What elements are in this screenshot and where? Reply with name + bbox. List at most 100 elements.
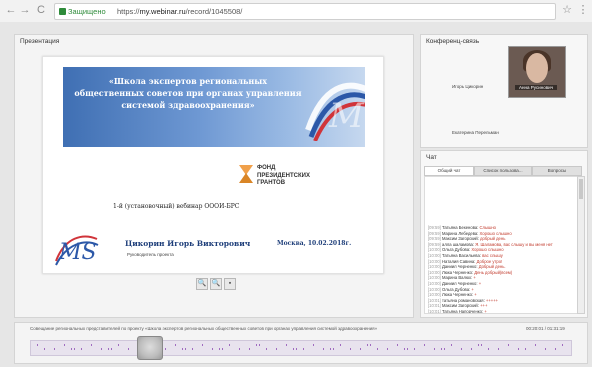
zoom-out-button[interactable]: 🔍 — [210, 278, 222, 290]
tab-questions[interactable]: Вопросы — [532, 166, 582, 176]
url-scheme: https:// — [117, 7, 140, 16]
chat-title: Чат — [426, 154, 437, 161]
forward-button[interactable]: → — [18, 3, 32, 17]
chat-messages: [09:59] Татьяна Бекенова: Слышно [09:59] … — [424, 176, 578, 314]
webinar-subtitle: 1-й (установочный) вебинар ОООИ-БРС — [113, 203, 240, 210]
timeline-tick — [249, 348, 250, 350]
chat-time: [10:00] — [428, 292, 442, 298]
chat-time: [09:59] — [428, 236, 442, 242]
reload-button[interactable]: C — [34, 3, 48, 17]
svg-text:M: M — [328, 96, 365, 136]
video-tile[interactable]: Анна Русинович — [508, 46, 566, 98]
chat-message: [10:00] Наталия Савина: Доброе утро! — [428, 259, 502, 264]
speaker-name: Цикорин Игорь Викторович — [125, 239, 251, 248]
timeline-tick — [219, 348, 220, 350]
chat-user: Ольга Дубова: — [441, 247, 472, 253]
chat-time: [10:01] — [428, 303, 442, 309]
timeline-tick — [498, 348, 499, 350]
timeline-tick — [202, 344, 203, 346]
timeline-tick — [266, 348, 267, 350]
ms-logo-icon: MS — [55, 235, 99, 266]
timeline-tick — [64, 344, 65, 346]
chat-message: [09:59] алла шаламова: Я. Шаламова, вас … — [428, 242, 553, 247]
timeline-tick — [91, 344, 92, 346]
timeline-tick — [71, 348, 72, 350]
chat-message: [10:00] Ольга Дубова: + — [428, 287, 474, 292]
chat-text: +++++ — [485, 297, 499, 303]
timeline-tick — [434, 348, 435, 350]
timeline-tick — [377, 348, 378, 350]
presentation-title: Презентация — [20, 38, 60, 45]
fond-text: ФОНД ПРЕЗИДЕНТСКИХ ГРАНТОВ — [257, 165, 310, 186]
timeline-tick — [471, 348, 472, 350]
participant-face — [526, 53, 548, 83]
save-button[interactable]: ▪ — [224, 278, 236, 290]
zoom-in-button[interactable]: 🔍 — [196, 278, 208, 290]
chat-scrollbar[interactable] — [577, 176, 585, 314]
timeline-tick — [360, 348, 361, 350]
chat-user: Марина Валюх: — [441, 275, 474, 281]
timeline-tick — [303, 348, 304, 350]
timeline-tick — [451, 344, 452, 346]
chat-message: [10:01] татьяна романовская: +++++ — [428, 298, 498, 303]
timeline-tick — [111, 348, 112, 350]
address-bar[interactable]: Защищено https://my.webinar.ru/record/10… — [54, 3, 556, 20]
timeline-tick — [229, 344, 230, 346]
browser-toolbar: ← → C Защищено https://my.webinar.ru/rec… — [0, 0, 592, 23]
slide: «Школа экспертов региональных общественн… — [42, 56, 384, 274]
chat-text: Доброе утро! — [476, 258, 503, 264]
timeline-tick — [508, 344, 509, 346]
back-button[interactable]: ← — [4, 3, 18, 17]
timeline-tick — [424, 344, 425, 346]
timeline-tick — [293, 348, 294, 350]
timeline-tick — [387, 348, 388, 350]
url-path: /record/1045508/ — [185, 7, 243, 16]
timeline-tick — [370, 344, 371, 346]
chat-text: Хорошо слышно — [479, 230, 512, 236]
timeline-tick — [481, 344, 482, 346]
browser-menu-icon[interactable]: ⋮ — [576, 3, 590, 17]
video-name: Анна Русинович — [515, 85, 557, 90]
chat-text: Добрый день. — [478, 264, 506, 270]
chat-text: + — [478, 281, 482, 286]
timeline-track[interactable] — [30, 340, 572, 356]
timeline-tick — [118, 344, 119, 346]
timeline-tick — [488, 348, 489, 350]
chat-message: [10:00] Татьяна Васильева: вас слышу — [428, 253, 503, 258]
timeline-tick — [333, 348, 334, 350]
timeline-tick — [296, 348, 297, 350]
chat-time: [10:00] — [428, 286, 442, 292]
secure-label: Защищено — [68, 7, 106, 16]
chat-user: Татьяна Бекенова: — [441, 225, 480, 230]
timeline-tick — [350, 348, 351, 350]
chat-message: [10:00] Люка Черненко: + — [428, 292, 477, 297]
slide-banner: «Школа экспертов региональных общественн… — [63, 67, 365, 147]
chat-time: [10:00] — [428, 269, 442, 275]
chat-user: Даниил Черненко: — [441, 264, 479, 270]
chat-text: Слышно — [479, 225, 497, 230]
record-time: 00:20:01 / 01:31:19 — [526, 326, 565, 331]
timeline-tick — [185, 348, 186, 350]
timeline-scrubber[interactable] — [136, 336, 163, 360]
timeline-tick — [414, 348, 415, 350]
scroll-thumb[interactable] — [579, 179, 583, 199]
timeline-tick — [313, 344, 314, 346]
timeline-tick — [404, 348, 405, 350]
timeline-tick — [81, 348, 82, 350]
tab-user-list[interactable]: Список пользова... — [474, 166, 532, 176]
timeline-tick — [330, 348, 331, 350]
timeline-tick — [286, 344, 287, 346]
timeline-tick — [74, 348, 75, 350]
chat-time: [09:59] — [428, 225, 442, 230]
chat-user: Наталия Савина: — [441, 258, 477, 264]
chat-message: [09:59] Максим Загорский: добрый день — [428, 236, 505, 241]
chat-time: [10:01] — [428, 309, 442, 314]
timeline-tick — [212, 348, 213, 350]
tab-general-chat[interactable]: Общий чат — [424, 166, 474, 176]
chat-message: [10:00] Люка Черненко: День добрый(всем) — [428, 270, 512, 275]
bookmark-star-icon[interactable]: ☆ — [560, 3, 574, 17]
chat-message: [10:00] Даниил Черненко: Добрый день. — [428, 264, 506, 269]
chat-user: Люка Черненко: — [441, 292, 475, 298]
speaker-role: Руководитель проекта — [127, 252, 174, 257]
timeline-tick — [192, 348, 193, 350]
